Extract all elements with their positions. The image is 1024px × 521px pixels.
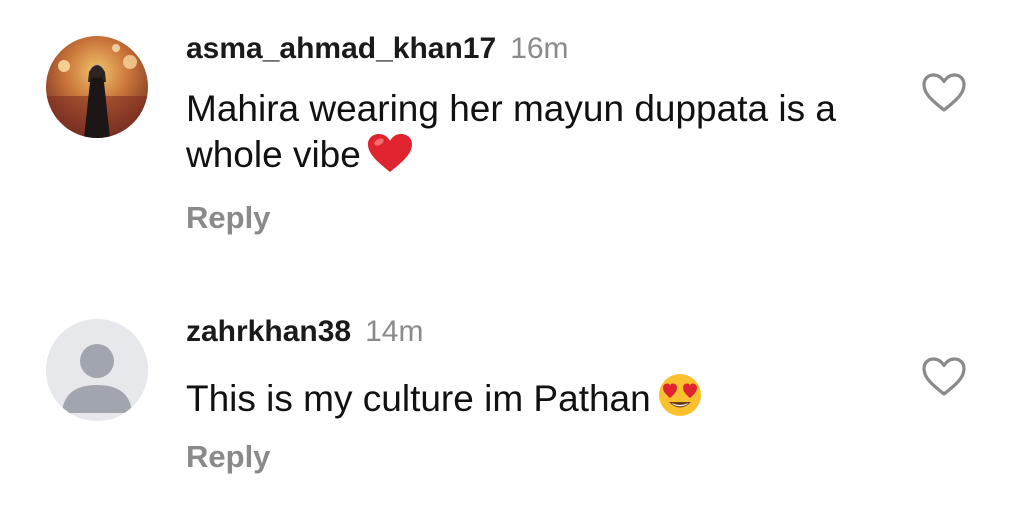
default-person-icon <box>46 319 148 421</box>
comment-header: zahrkhan38 14m <box>186 314 423 350</box>
comment-text: This is my culture im Pathan <box>186 373 886 428</box>
comment-text-content: This is my culture im Pathan <box>186 378 651 419</box>
avatar[interactable] <box>46 319 148 421</box>
heart-eyes-emoji-icon <box>657 373 703 428</box>
reply-button[interactable]: Reply <box>186 439 270 475</box>
comment-item: zahrkhan38 14m This is my culture im Path… <box>0 0 1024 521</box>
heart-outline-icon <box>922 357 966 396</box>
username[interactable]: zahrkhan38 <box>186 315 351 348</box>
like-button[interactable] <box>921 356 967 398</box>
timestamp: 14m <box>365 315 424 348</box>
